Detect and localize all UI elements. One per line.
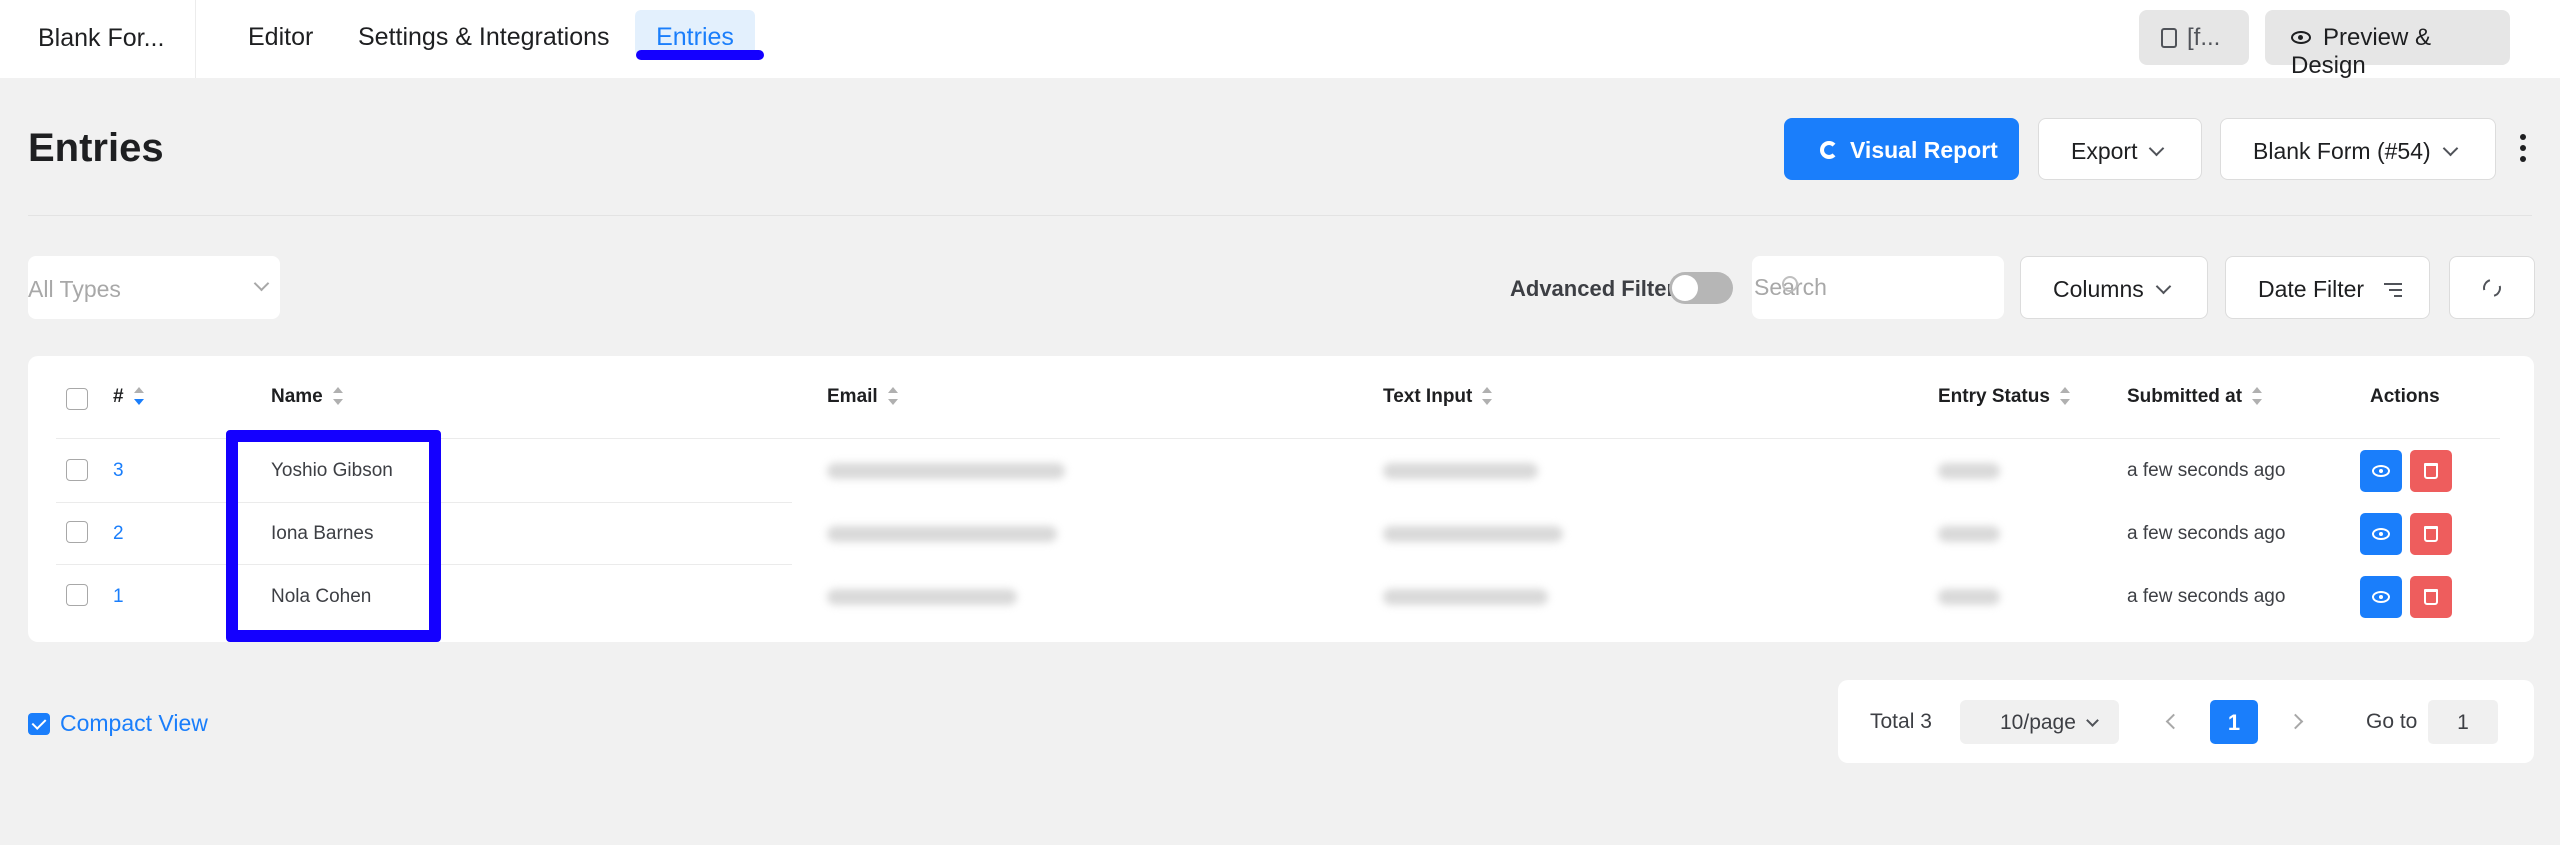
form-select-label: Blank Form (#54) <box>2253 138 2431 164</box>
columns-label: Columns <box>2053 276 2144 302</box>
row-checkbox[interactable] <box>66 584 88 606</box>
blurred-text-input <box>1383 526 1563 542</box>
active-tab-underline <box>636 50 764 60</box>
preview-design-label: Preview & Design <box>2291 24 2432 79</box>
visual-report-button[interactable]: Visual Report <box>1784 118 2019 180</box>
visual-report-label: Visual Report <box>1850 137 1998 163</box>
column-header-entry-status[interactable]: Entry Status <box>1938 386 2070 408</box>
sort-icon[interactable] <box>1482 387 1493 405</box>
nav-divider <box>195 0 196 78</box>
date-filter-label: Date Filter <box>2258 276 2365 302</box>
trash-icon <box>2424 589 2438 605</box>
chevron-down-icon <box>2149 140 2165 157</box>
form-select-dropdown[interactable]: Blank Form (#54) <box>2220 118 2496 180</box>
blurred-entry-status <box>1938 589 2000 605</box>
blurred-email <box>827 589 1017 605</box>
select-all-checkbox[interactable] <box>66 388 88 410</box>
sort-icon[interactable] <box>2059 387 2070 405</box>
more-options-icon[interactable] <box>2520 134 2528 164</box>
row-checkbox[interactable] <box>66 521 88 543</box>
column-header-submitted-at[interactable]: Submitted at <box>2127 386 2263 408</box>
submitted-time: a few seconds ago <box>2127 460 2286 481</box>
sort-icon[interactable] <box>2252 387 2263 405</box>
entry-type-select[interactable]: All Types <box>28 256 280 319</box>
chevron-down-icon <box>253 275 270 292</box>
column-header-text-input[interactable]: Text Input <box>1383 386 1493 408</box>
trash-icon <box>2424 463 2438 479</box>
submitted-time: a few seconds ago <box>2127 523 2286 544</box>
copy-icon <box>2161 28 2177 48</box>
entry-type-value: All Types <box>28 276 121 302</box>
sort-icon[interactable] <box>133 387 144 405</box>
trash-icon <box>2424 526 2438 542</box>
advanced-filter-toggle[interactable] <box>1669 272 1733 304</box>
goto-page-input[interactable]: 1 <box>2428 700 2498 744</box>
page-title: Entries <box>28 126 164 170</box>
name-column-highlight-box <box>226 430 441 642</box>
filter-lines-icon <box>2384 283 2403 297</box>
eye-icon <box>2372 528 2390 540</box>
date-filter-button[interactable]: Date Filter <box>2225 256 2430 319</box>
eye-icon <box>2372 465 2390 477</box>
advanced-filter-label: Advanced Filter <box>1510 276 1676 301</box>
form-name[interactable]: Blank For... <box>38 24 164 53</box>
preview-design-button[interactable]: Preview & Design <box>2265 10 2510 79</box>
blurred-text-input <box>1383 463 1538 479</box>
export-label: Export <box>2071 138 2138 164</box>
pie-chart-icon <box>1820 141 1838 159</box>
blurred-email <box>827 526 1057 542</box>
row-checkbox[interactable] <box>66 459 88 481</box>
sort-icon[interactable] <box>332 387 343 405</box>
view-entry-button[interactable] <box>2360 513 2402 555</box>
blurred-entry-status <box>1938 463 2000 479</box>
total-count: Total 3 <box>1870 710 1932 733</box>
delete-entry-button[interactable] <box>2410 450 2452 492</box>
per-page-value: 10/page <box>2000 711 2076 734</box>
chevron-down-icon <box>2442 140 2458 157</box>
column-header-actions: Actions <box>2370 386 2440 407</box>
tab-settings-integrations[interactable]: Settings & Integrations <box>358 23 610 52</box>
sort-icon[interactable] <box>887 387 898 405</box>
columns-button[interactable]: Columns <box>2020 256 2208 319</box>
blurred-email <box>827 463 1065 479</box>
blurred-entry-status <box>1938 526 2000 542</box>
column-header-name[interactable]: Name <box>271 386 343 408</box>
chevron-down-icon <box>2086 714 2099 727</box>
refresh-button[interactable] <box>2449 256 2535 319</box>
eye-icon <box>2372 591 2390 603</box>
shortcode-label: [f... <box>2187 24 2221 51</box>
tab-editor[interactable]: Editor <box>248 23 313 52</box>
page-number-current[interactable]: 1 <box>2210 700 2258 744</box>
compact-view-label: Compact View <box>60 710 208 736</box>
search-icon <box>1782 276 1798 292</box>
export-button[interactable]: Export <box>2038 118 2202 180</box>
top-nav: Blank For... Editor Settings & Integrati… <box>0 0 2560 79</box>
delete-entry-button[interactable] <box>2410 576 2452 618</box>
column-header-email[interactable]: Email <box>827 386 898 408</box>
eye-icon <box>2291 31 2311 44</box>
view-entry-button[interactable] <box>2360 450 2402 492</box>
shortcode-copy-button[interactable]: [f... <box>2139 10 2249 65</box>
refresh-icon <box>2479 275 2505 301</box>
chevron-down-icon <box>2155 278 2172 295</box>
per-page-select[interactable]: 10/page <box>1960 700 2119 744</box>
checkbox-checked-icon <box>28 713 50 735</box>
view-entry-button[interactable] <box>2360 576 2402 618</box>
submitted-time: a few seconds ago <box>2127 586 2286 607</box>
entry-id-link[interactable]: 3 <box>113 460 124 482</box>
column-header-id[interactable]: # <box>113 386 144 408</box>
entry-id-link[interactable]: 2 <box>113 523 124 545</box>
goto-label: Go to <box>2366 710 2418 733</box>
header-divider <box>28 215 2532 216</box>
blurred-text-input <box>1383 589 1548 605</box>
entry-id-link[interactable]: 1 <box>113 586 124 608</box>
compact-view-checkbox[interactable]: Compact View <box>28 710 208 737</box>
delete-entry-button[interactable] <box>2410 513 2452 555</box>
